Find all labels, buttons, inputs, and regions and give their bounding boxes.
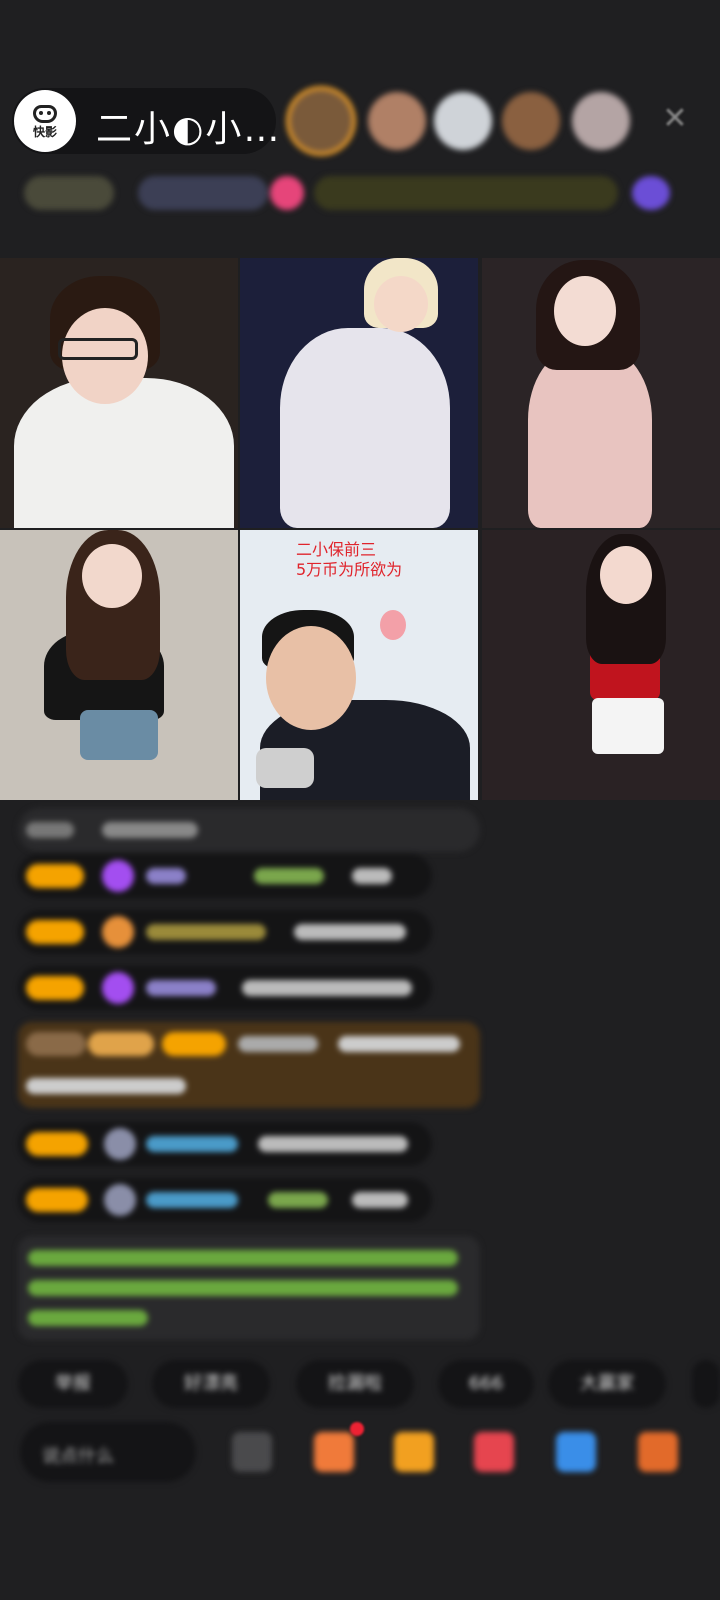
comment-row	[18, 1178, 432, 1222]
guest-face	[374, 276, 428, 332]
caption-line-1: 二小保前三	[296, 540, 377, 559]
comment-row	[18, 1122, 432, 1166]
video-cell[interactable]	[482, 258, 720, 528]
multi-guest-video-grid: 二小保前三 5万币为所欲为	[0, 258, 720, 800]
top-bar: 快影 二小◐小… ✕	[12, 86, 720, 156]
comment-row-highlight	[18, 1022, 480, 1108]
quick-reply-bar: 举报 好漂亮 捡漏啦 666 大赢家	[18, 1360, 720, 1408]
level-chip	[24, 176, 114, 210]
rank-info-bar[interactable]	[18, 170, 690, 216]
guest-face	[600, 546, 652, 604]
guest-face	[82, 544, 142, 608]
bottom-action-bar: 说点什么	[20, 1420, 720, 1484]
stream-caption: 二小保前三 5万币为所欲为	[296, 540, 402, 580]
app-logo-icon	[33, 104, 57, 123]
level-badge	[26, 1132, 88, 1156]
badge-icon	[104, 1128, 136, 1160]
balloon-decoration	[380, 610, 406, 640]
heart-icon	[270, 176, 304, 210]
diamond-icon	[102, 860, 134, 892]
video-cell[interactable]	[482, 530, 720, 800]
close-icon[interactable]: ✕	[660, 104, 690, 134]
guest-figure	[14, 378, 234, 528]
comment-row	[18, 966, 432, 1010]
viewer-avatar[interactable]	[290, 90, 352, 152]
host-face	[266, 626, 356, 730]
badge-icon	[104, 1184, 136, 1216]
guest-figure	[528, 348, 652, 528]
caption-line-2: 5万币为所欲为	[296, 560, 403, 579]
guest-shorts	[592, 698, 664, 754]
diamond-icon	[102, 972, 134, 1004]
badge-icon	[102, 916, 134, 948]
comment-input-placeholder: 说点什么	[42, 1446, 114, 1467]
quick-reply-button[interactable]: 好漂亮	[152, 1360, 270, 1408]
guest-figure	[280, 328, 450, 528]
share-icon[interactable]	[556, 1432, 596, 1472]
quick-reply-button[interactable]: 666	[438, 1360, 534, 1408]
comment-row	[18, 808, 480, 852]
comment-input[interactable]: 说点什么	[20, 1422, 196, 1482]
announcement-chip	[314, 176, 618, 210]
viewer-avatar[interactable]	[502, 92, 560, 150]
shop-icon[interactable]	[314, 1432, 354, 1472]
video-cell[interactable]	[240, 258, 478, 528]
gift-box-icon[interactable]	[394, 1432, 434, 1472]
viewer-avatar[interactable]	[368, 92, 426, 150]
host-info-pill[interactable]: 快影 二小◐小…	[12, 88, 279, 154]
quick-reply-button[interactable]: 大赢家	[548, 1360, 666, 1408]
comment-row	[18, 854, 432, 898]
gift-icon[interactable]	[474, 1432, 514, 1472]
notification-dot	[350, 1422, 364, 1436]
rank-chip	[138, 176, 268, 210]
quick-reply-button[interactable]: 举报	[18, 1360, 128, 1408]
comment-row	[18, 910, 432, 954]
quick-reply-button[interactable]: 捡漏啦	[296, 1360, 414, 1408]
level-badge	[26, 976, 84, 1000]
host-avatar[interactable]: 快影	[14, 90, 76, 152]
guest-face	[554, 276, 616, 346]
emoji-icon[interactable]	[232, 1432, 272, 1472]
video-cell-host[interactable]: 二小保前三 5万币为所欲为	[240, 530, 478, 800]
microphone-icon	[256, 748, 314, 788]
host-name: 二小◐小…	[96, 109, 282, 150]
system-notice	[18, 1236, 480, 1340]
viewer-avatar[interactable]	[572, 92, 630, 150]
video-cell[interactable]	[0, 258, 238, 528]
video-cell[interactable]	[0, 530, 238, 800]
more-icon[interactable]	[638, 1432, 678, 1472]
glasses	[58, 338, 138, 360]
level-badge	[26, 864, 84, 888]
viewer-avatar[interactable]	[434, 92, 492, 150]
gift-icon	[632, 176, 670, 210]
level-badge	[26, 920, 84, 944]
host-logo-text: 快影	[32, 124, 57, 139]
quick-reply-button-more[interactable]	[692, 1360, 720, 1408]
guest-shorts	[80, 710, 158, 760]
level-badge	[26, 1188, 88, 1212]
